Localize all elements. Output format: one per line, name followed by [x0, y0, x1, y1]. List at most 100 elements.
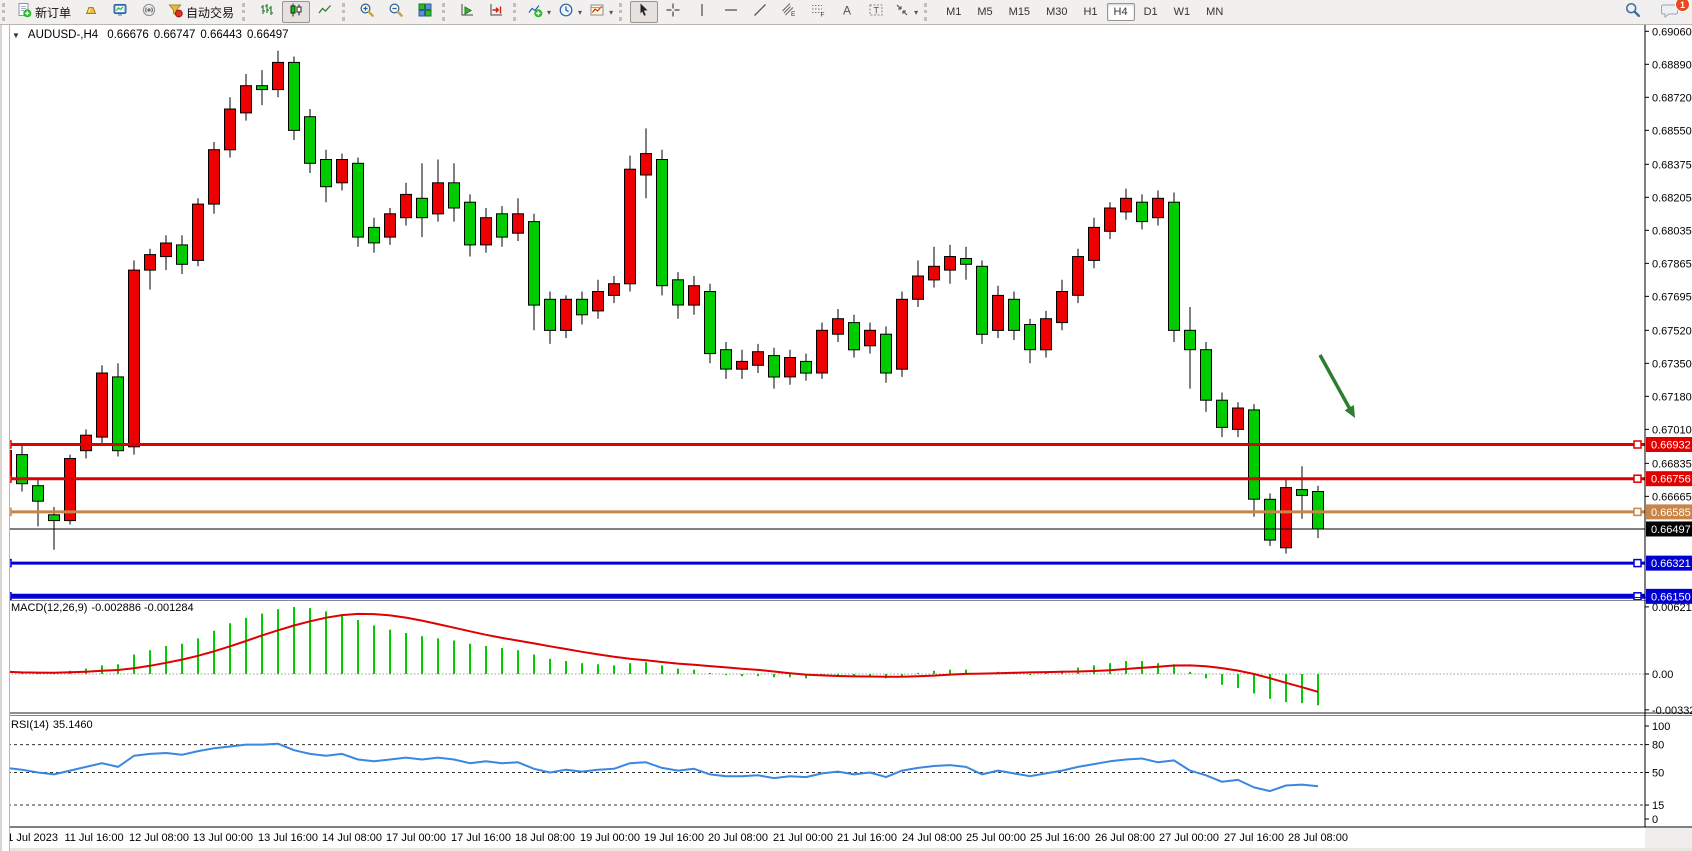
timeframe-m30[interactable]: M30 [1039, 3, 1074, 21]
candlestick-type-button[interactable] [282, 1, 310, 23]
templates-button[interactable]: ▾ [586, 1, 616, 23]
profile-button[interactable] [106, 1, 134, 23]
templates-dropdown-caret[interactable]: ▾ [609, 8, 613, 17]
new-order-button[interactable]: 新订单 [13, 1, 76, 23]
text-label-tool-button[interactable]: T [862, 1, 890, 23]
horizontal-line-tool-button[interactable] [717, 1, 745, 23]
toolbar-grip[interactable] [242, 3, 250, 21]
macd-histogram [6, 607, 1318, 705]
arrows-dropdown-caret[interactable]: ▾ [914, 8, 918, 17]
ohlc-low: 0.66443 [200, 29, 242, 41]
trendline-tool-button[interactable] [746, 1, 774, 23]
periods-dropdown-caret[interactable]: ▾ [578, 8, 582, 17]
svg-text:0.67520: 0.67520 [1652, 325, 1692, 337]
bull-candle [209, 150, 220, 204]
hline-handle[interactable] [1634, 508, 1641, 515]
zoom-out-button[interactable] [382, 1, 410, 23]
chart-window-edge[interactable] [0, 24, 10, 851]
toolbar-grip[interactable] [924, 3, 932, 21]
hline-handle[interactable] [1634, 560, 1641, 567]
zoom-in-button[interactable] [353, 1, 381, 23]
svg-text:0.66665: 0.66665 [1652, 491, 1692, 503]
bear-candle [369, 227, 380, 243]
hline-0.66585[interactable] [4, 508, 1645, 515]
arrows-tool-button[interactable]: ▾ [891, 1, 921, 23]
svg-text:11 Jul 16:00: 11 Jul 16:00 [64, 832, 123, 844]
toolbar-grip[interactable] [442, 3, 450, 21]
bear-candle [33, 486, 44, 502]
bear-candle [1201, 350, 1212, 401]
axis-corner [1645, 828, 1692, 851]
tile-windows-button[interactable] [411, 1, 439, 23]
toolbar-grip[interactable] [2, 3, 10, 21]
auto-scroll-button[interactable] [453, 1, 481, 23]
bull-candle [129, 270, 140, 447]
toolbar-grip[interactable] [513, 3, 521, 21]
timeframe-w1[interactable]: W1 [1167, 3, 1198, 21]
svg-text:17 Jul 16:00: 17 Jul 16:00 [451, 832, 511, 844]
auto-trading-button[interactable]: 自动交易 [164, 1, 239, 23]
toolbar-grip[interactable] [342, 3, 350, 21]
bull-candle [513, 214, 524, 233]
bull-candle [945, 257, 956, 271]
bull-candle [225, 109, 236, 150]
gold-chart-button[interactable] [77, 1, 105, 23]
svg-text:0.66585: 0.66585 [1651, 507, 1691, 519]
hline-0.66932[interactable] [4, 441, 1645, 448]
timeframe-mn[interactable]: MN [1199, 3, 1230, 21]
timeframe-h1[interactable]: H1 [1076, 3, 1104, 21]
bear-candle [1297, 490, 1308, 496]
chart-shift-button[interactable] [482, 1, 510, 23]
toolbar-grip[interactable] [619, 3, 627, 21]
annotation-arrow[interactable] [1320, 355, 1355, 418]
timeframe-d1[interactable]: D1 [1137, 3, 1165, 21]
bull-candle [385, 214, 396, 237]
svg-text:13 Jul 00:00: 13 Jul 00:00 [193, 832, 253, 844]
periods-button[interactable]: ▾ [555, 1, 585, 23]
hline-handle[interactable] [1634, 441, 1641, 448]
chart-svg[interactable]: 0.690600.688900.687200.685500.683750.682… [0, 0, 1692, 851]
timeframe-m5[interactable]: M5 [970, 3, 999, 21]
bull-candle [1089, 227, 1100, 260]
svg-text:0.66497: 0.66497 [1651, 524, 1691, 536]
cursor-tool-button[interactable] [630, 1, 658, 23]
broadcast-button[interactable] [135, 1, 163, 23]
timeframe-m15[interactable]: M15 [1002, 3, 1037, 21]
equidistant-channel-tool-button[interactable]: E [775, 1, 803, 23]
timeframe-m1[interactable]: M1 [939, 3, 968, 21]
zoom-in-icon [359, 2, 375, 23]
bear-candle [289, 62, 300, 130]
hline-handle[interactable] [1634, 593, 1641, 600]
gold-bar-icon [83, 2, 99, 23]
hline-0.66150[interactable] [4, 593, 1645, 600]
hline-0.66756[interactable] [4, 475, 1645, 482]
hline-handle[interactable] [1634, 475, 1641, 482]
text-tool-button[interactable]: A [833, 1, 861, 23]
bull-candle [161, 243, 172, 257]
candlestick-icon [288, 2, 304, 23]
bear-candle [1137, 202, 1148, 221]
search-button[interactable] [1618, 1, 1646, 23]
rsi-line [6, 744, 1318, 791]
bull-candle [833, 319, 844, 335]
one-click-trading-toggle[interactable]: ▼ [12, 31, 20, 40]
indicators-button[interactable]: ▾ [524, 1, 554, 23]
hline-0.66321[interactable] [4, 560, 1645, 567]
crosshair-tool-button[interactable] [659, 1, 687, 23]
indicators-icon [527, 2, 543, 23]
chart-title-bar[interactable]: ▼ AUDUSD-,H4 0.66676 0.66747 0.66443 0.6… [12, 29, 289, 41]
fibonacci-tool-button[interactable]: F [804, 1, 832, 23]
vertical-line-tool-button[interactable] [688, 1, 716, 23]
label-letter: T [874, 5, 880, 15]
rsi-indicator-label: RSI(14) 35.1460 [11, 719, 93, 731]
indicators-dropdown-caret[interactable]: ▾ [547, 8, 551, 17]
bar-chart-type-button[interactable] [253, 1, 281, 23]
svg-text:26 Jul 08:00: 26 Jul 08:00 [1095, 832, 1155, 844]
bull-candle [481, 218, 492, 245]
notifications-button[interactable]: 1 [1656, 1, 1684, 23]
svg-text:12 Jul 08:00: 12 Jul 08:00 [129, 832, 189, 844]
line-chart-type-button[interactable] [311, 1, 339, 23]
bull-candle [1057, 292, 1068, 323]
timeframe-h4[interactable]: H4 [1107, 3, 1135, 21]
bull-candle [1153, 198, 1164, 217]
